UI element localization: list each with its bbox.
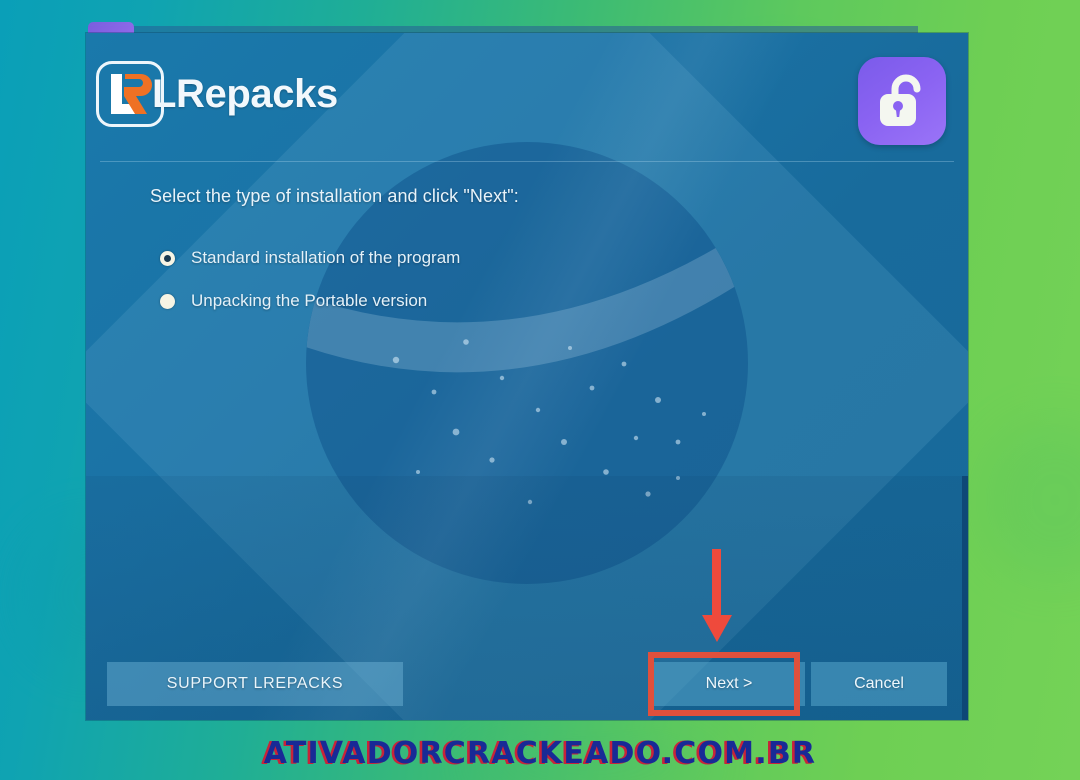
radio-label-standard: Standard installation of the program (191, 248, 461, 267)
radio-indicator-selected[interactable] (160, 250, 175, 266)
open-padlock-glyph (880, 74, 921, 126)
dialog-right-edge (962, 476, 968, 720)
radio-label-portable: Unpacking the Portable version (191, 291, 428, 310)
open-padlock-icon (858, 57, 946, 145)
radio-option-standard[interactable]: Standard installation of the program (160, 241, 460, 275)
radio-indicator-unselected[interactable] (160, 293, 175, 309)
cancel-button[interactable]: Cancel (811, 662, 947, 706)
lr-monogram-icon (96, 61, 164, 127)
brazil-flag-globe-detail (306, 202, 748, 505)
brand-name: LRepacks (152, 71, 338, 116)
header-divider (100, 161, 954, 162)
next-button[interactable]: Next > (653, 662, 805, 706)
background-blotch (980, 420, 1080, 580)
installation-type-radio-group: Standard installation of the program Unp… (160, 241, 460, 327)
instruction-text: Select the type of installation and clic… (150, 186, 519, 206)
site-watermark: ATIVADORCRACKEADO.COM.BR (263, 736, 817, 771)
lr-monogram-glyph (111, 74, 152, 114)
dialog-header: LRepacks (86, 33, 968, 162)
brand-logo: LRepacks (96, 61, 338, 127)
radio-option-portable[interactable]: Unpacking the Portable version (160, 284, 460, 318)
support-lrepacks-button[interactable]: SUPPORT LREPACKS (107, 662, 403, 706)
brazil-flag-globe (306, 142, 748, 584)
screenshot-canvas: LRepacks Select the type of installation… (0, 0, 1080, 780)
installer-dialog: LRepacks Select the type of installation… (86, 33, 968, 720)
